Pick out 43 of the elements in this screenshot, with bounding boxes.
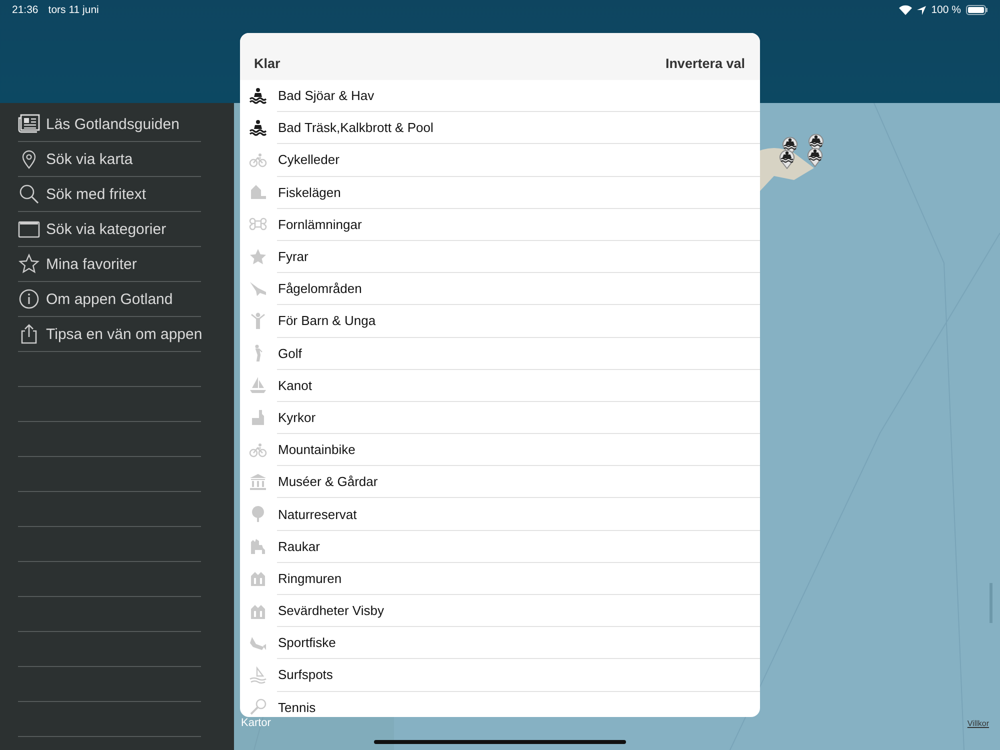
- terms-link[interactable]: Villkor: [967, 719, 989, 728]
- category-item[interactable]: Sportfiske: [278, 635, 336, 650]
- category-item[interactable]: Mountainbike: [278, 442, 356, 458]
- category-item[interactable]: Kyrkor: [278, 410, 316, 425]
- status-date: tors 11 juni: [48, 4, 99, 16]
- category-item[interactable]: Sevärdheter Visby: [278, 603, 384, 618]
- category-item[interactable]: Tennis: [278, 700, 316, 715]
- info-icon: [18, 288, 40, 310]
- category-item[interactable]: Golf: [278, 346, 302, 361]
- category-item[interactable]: Fågelområden: [278, 281, 362, 296]
- done-button[interactable]: Klar: [254, 56, 280, 71]
- category-item[interactable]: Kanot: [278, 378, 312, 393]
- battery-percent: 100 %: [931, 4, 961, 16]
- sidebar-item[interactable]: Mina favoriter: [46, 256, 137, 272]
- status-time: 21:36: [12, 4, 38, 16]
- sidebar-item[interactable]: Läs Gotlandsguiden: [46, 116, 180, 132]
- category-item[interactable]: För Barn & Unga: [278, 313, 376, 328]
- sidebar-item[interactable]: Sök med fritext: [46, 186, 146, 202]
- battery-icon: [966, 5, 988, 15]
- category-item[interactable]: Ringmuren: [278, 570, 342, 586]
- category-item[interactable]: Fiskelägen: [278, 184, 341, 200]
- category-item[interactable]: Cykelleder: [278, 152, 340, 168]
- wifi-icon: [899, 5, 912, 15]
- category-item[interactable]: Surfspots: [278, 667, 333, 682]
- category-item[interactable]: Fyrar: [278, 249, 308, 264]
- sidebar-item[interactable]: Sök via kategorier: [46, 220, 166, 238]
- map-attribution: Kartor: [241, 717, 271, 729]
- sidebar-item[interactable]: Om appen Gotland: [46, 290, 173, 308]
- sidebar-item[interactable]: Tipsa en vän om appen: [46, 326, 202, 342]
- category-item[interactable]: Raukar: [278, 538, 320, 554]
- map-pin-icon[interactable]: [779, 149, 795, 169]
- invert-selection-button[interactable]: Invertera val: [665, 56, 745, 71]
- sidebar-item[interactable]: Sök via karta: [46, 150, 133, 168]
- category-item[interactable]: Muséer & Gårdar: [278, 474, 378, 490]
- category-item[interactable]: Naturreservat: [278, 506, 357, 522]
- category-item[interactable]: Fornlämningar: [278, 216, 362, 232]
- category-item[interactable]: Bad Träsk,Kalkbrott & Pool: [278, 120, 434, 136]
- map-pin-icon[interactable]: [807, 147, 823, 167]
- search-icon: [18, 183, 40, 205]
- category-item[interactable]: Bad Sjöar & Hav: [278, 88, 374, 104]
- location-arrow-icon: [917, 6, 926, 14]
- star-icon: [18, 253, 40, 275]
- newspaper-icon: [18, 113, 40, 135]
